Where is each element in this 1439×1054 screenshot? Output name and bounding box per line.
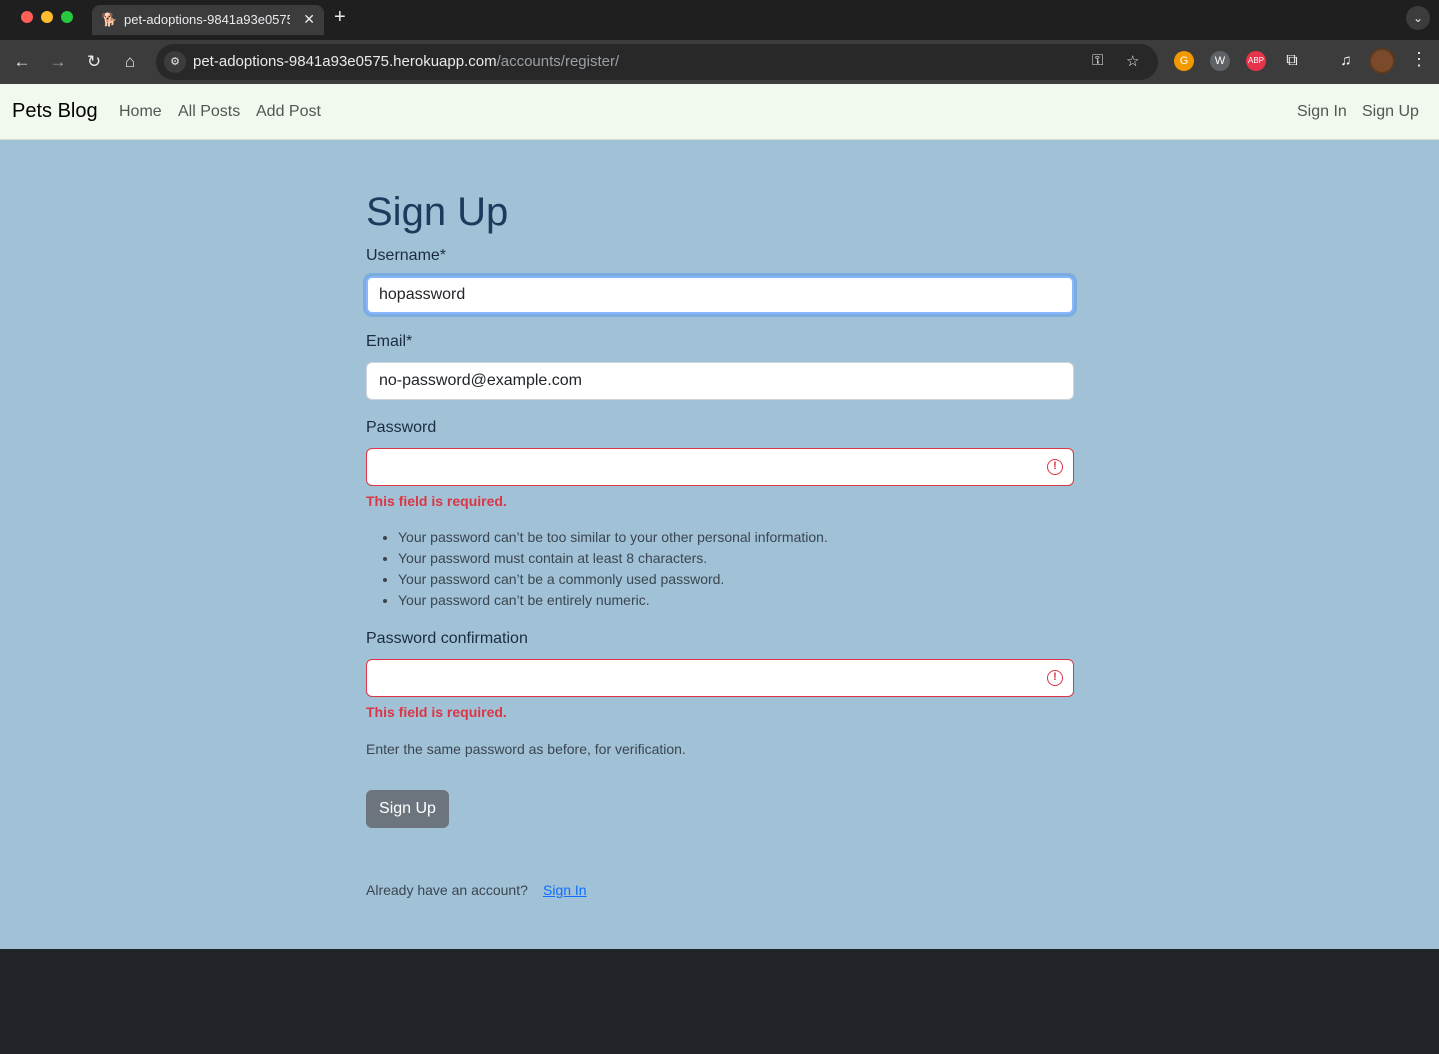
browser-toolbar: ← → ↻ ⌂ ⚙ pet-adoptions-9841a93e0575.her… — [0, 40, 1439, 84]
nav-sign-in[interactable]: Sign In — [1297, 103, 1347, 121]
alert-icon: ! — [1047, 459, 1063, 475]
star-icon[interactable]: ☆ — [1126, 52, 1139, 70]
site-footer — [0, 949, 1439, 1054]
chevron-down-icon[interactable]: ⌄ — [1406, 6, 1430, 30]
url-text[interactable]: pet-adoptions-9841a93e0575.herokuapp.com… — [193, 53, 619, 70]
list-item: Your password must contain at least 8 ch… — [398, 548, 828, 569]
close-window-button[interactable] — [21, 11, 33, 23]
page-title: Sign Up — [366, 190, 509, 234]
already-have-account-text: Already have an account? — [366, 882, 528, 898]
nav-sign-up[interactable]: Sign Up — [1362, 103, 1419, 121]
address-bar[interactable]: ⚙ pet-adoptions-9841a93e0575.herokuapp.c… — [156, 44, 1158, 80]
maximize-window-button[interactable] — [61, 11, 73, 23]
close-icon[interactable]: ✕ — [303, 11, 315, 28]
username-input[interactable] — [366, 276, 1074, 314]
avatar[interactable] — [1369, 48, 1395, 74]
password-error: This field is required. — [366, 493, 507, 509]
password-help-list: Your password can’t be too similar to yo… — [366, 527, 828, 611]
site-navbar: Pets Blog Home All Posts Add Post Sign I… — [0, 84, 1439, 140]
password-confirmation-label: Password confirmation — [366, 630, 528, 647]
sign-in-link[interactable]: Sign In — [543, 882, 587, 898]
minimize-window-button[interactable] — [41, 11, 53, 23]
browser-tab[interactable]: 🐕 pet-adoptions-9841a93e0575.herokuapp.c… — [92, 5, 324, 35]
home-icon[interactable]: ⌂ — [118, 50, 142, 74]
puzzle-icon[interactable]: ⧉ — [1282, 51, 1302, 71]
username-label: Username* — [366, 247, 447, 264]
password-input[interactable]: ! — [366, 448, 1074, 486]
list-item: Your password can’t be a commonly used p… — [398, 569, 828, 590]
password-confirmation-input[interactable]: ! — [366, 659, 1074, 697]
more-vert-icon[interactable]: ⋮ — [1410, 49, 1428, 70]
password-label: Password — [366, 419, 437, 436]
nav-home[interactable]: Home — [119, 103, 162, 121]
reload-icon[interactable]: ↻ — [82, 50, 106, 74]
adblock-icon[interactable]: ABP — [1246, 51, 1266, 71]
dog-icon: 🐕 — [101, 12, 118, 27]
nav-add-post[interactable]: Add Post — [256, 103, 321, 121]
media-icon[interactable]: ♫ — [1336, 51, 1356, 71]
forward-icon[interactable]: → — [46, 50, 70, 74]
tab-title: pet-adoptions-9841a93e0575.herokuapp.com — [124, 12, 290, 27]
extension-w-icon[interactable]: W — [1210, 51, 1230, 71]
password-confirmation-error: This field is required. — [366, 704, 507, 720]
email-input[interactable] — [366, 362, 1074, 400]
browser-tab-bar: 🐕 pet-adoptions-9841a93e0575.herokuapp.c… — [0, 0, 1439, 40]
password-key-icon[interactable]: ⚿ — [1092, 52, 1103, 69]
alert-icon: ! — [1047, 670, 1063, 686]
new-tab-button[interactable]: + — [334, 6, 346, 29]
extension-g-icon[interactable]: G — [1174, 51, 1194, 71]
brand-link[interactable]: Pets Blog — [12, 100, 98, 123]
site-info-icon[interactable]: ⚙ — [164, 51, 186, 73]
list-item: Your password can’t be too similar to yo… — [398, 527, 828, 548]
sign-up-button[interactable]: Sign Up — [366, 790, 449, 828]
page-content: Pets Blog Home All Posts Add Post Sign I… — [0, 84, 1439, 1054]
password-confirmation-help: Enter the same password as before, for v… — [366, 741, 686, 757]
list-item: Your password can’t be entirely numeric. — [398, 590, 828, 611]
nav-all-posts[interactable]: All Posts — [178, 103, 240, 121]
back-icon[interactable]: ← — [10, 50, 34, 74]
email-label: Email* — [366, 333, 413, 350]
